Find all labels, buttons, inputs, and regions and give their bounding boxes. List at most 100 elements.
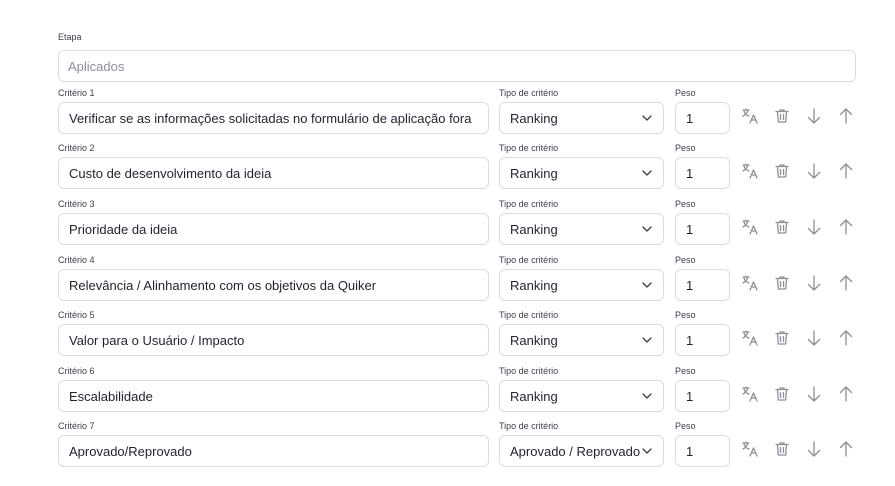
type-label: Tipo de critério (499, 143, 559, 153)
translate-icon[interactable] (738, 271, 762, 295)
trash-icon[interactable] (770, 271, 794, 295)
criterion-label: Critério 1 (58, 88, 95, 98)
type-label: Tipo de critério (499, 255, 559, 265)
criterion-row: Critério 6 Tipo de critério Peso Escalab… (0, 366, 895, 422)
trash-icon[interactable] (770, 382, 794, 406)
criterion-input[interactable]: Prioridade da ideia (58, 213, 489, 245)
arrow-down-icon[interactable] (802, 104, 826, 128)
criterion-value: Prioridade da ideia (69, 221, 178, 237)
type-label: Tipo de critério (499, 310, 559, 320)
type-value: Aprovado / Reprovado (510, 443, 641, 459)
criterion-input[interactable]: Verificar se as informações solicitadas … (58, 102, 489, 134)
arrow-down-icon[interactable] (802, 159, 826, 183)
criterion-label: Critério 6 (58, 366, 95, 376)
type-value: Ranking (510, 110, 558, 126)
weight-label: Peso (675, 310, 696, 320)
criterion-label: Critério 5 (58, 310, 95, 320)
weight-label: Peso (675, 421, 696, 431)
type-label: Tipo de critério (499, 199, 559, 209)
arrow-down-icon[interactable] (802, 326, 826, 350)
criterion-input[interactable]: Custo de desenvolvimento da ideia (58, 157, 489, 189)
criterion-value: Escalabilidade (69, 388, 153, 404)
criterion-value: Aprovado/Reprovado (69, 443, 192, 459)
type-select[interactable]: Ranking (499, 324, 664, 356)
stage-input[interactable]: Aplicados (58, 50, 856, 82)
arrow-up-icon[interactable] (834, 437, 858, 461)
weight-value: 1 (686, 332, 694, 348)
type-select[interactable]: Ranking (499, 157, 664, 189)
translate-icon[interactable] (738, 326, 762, 350)
type-select[interactable]: Ranking (499, 213, 664, 245)
weight-input[interactable]: 1 (675, 157, 730, 189)
trash-icon[interactable] (770, 104, 794, 128)
weight-input[interactable]: 1 (675, 324, 730, 356)
type-select[interactable]: Ranking (499, 269, 664, 301)
criterion-row: Critério 7 Tipo de critério Peso Aprovad… (0, 421, 895, 477)
arrow-down-icon[interactable] (802, 215, 826, 239)
weight-label: Peso (675, 199, 696, 209)
weight-input[interactable]: 1 (675, 435, 730, 467)
arrow-up-icon[interactable] (834, 382, 858, 406)
weight-label: Peso (675, 88, 696, 98)
criterion-input[interactable]: Aprovado/Reprovado (58, 435, 489, 467)
weight-input[interactable]: 1 (675, 213, 730, 245)
criterion-row: Critério 2 Tipo de critério Peso Custo d… (0, 143, 895, 199)
criterion-label: Critério 3 (58, 199, 95, 209)
criterion-row: Critério 3 Tipo de critério Peso Priorid… (0, 199, 895, 255)
weight-value: 1 (686, 388, 694, 404)
trash-icon[interactable] (770, 159, 794, 183)
type-value: Ranking (510, 332, 558, 348)
criterion-row: Critério 1 Tipo de critério Peso Verific… (0, 88, 895, 144)
translate-icon[interactable] (738, 104, 762, 128)
arrow-down-icon[interactable] (802, 271, 826, 295)
criterion-label: Critério 2 (58, 143, 95, 153)
chevron-down-icon (641, 112, 653, 124)
weight-input[interactable]: 1 (675, 102, 730, 134)
weight-input[interactable]: 1 (675, 269, 730, 301)
type-label: Tipo de critério (499, 421, 559, 431)
chevron-down-icon (641, 279, 653, 291)
type-label: Tipo de critério (499, 88, 559, 98)
arrow-up-icon[interactable] (834, 104, 858, 128)
criterion-input[interactable]: Relevância / Alinhamento com os objetivo… (58, 269, 489, 301)
weight-value: 1 (686, 221, 694, 237)
weight-value: 1 (686, 277, 694, 293)
translate-icon[interactable] (738, 159, 762, 183)
weight-input[interactable]: 1 (675, 380, 730, 412)
arrow-up-icon[interactable] (834, 271, 858, 295)
criterion-input[interactable]: Valor para o Usuário / Impacto (58, 324, 489, 356)
weight-label: Peso (675, 143, 696, 153)
stage-label: Etapa (58, 32, 82, 42)
arrow-up-icon[interactable] (834, 159, 858, 183)
trash-icon[interactable] (770, 437, 794, 461)
criterion-row: Critério 5 Tipo de critério Peso Valor p… (0, 310, 895, 366)
type-select[interactable]: Aprovado / Reprovado (499, 435, 664, 467)
chevron-down-icon (641, 167, 653, 179)
translate-icon[interactable] (738, 437, 762, 461)
arrow-down-icon[interactable] (802, 437, 826, 461)
criterion-label: Critério 4 (58, 255, 95, 265)
weight-value: 1 (686, 443, 694, 459)
chevron-down-icon (641, 334, 653, 346)
chevron-down-icon (641, 445, 653, 457)
translate-icon[interactable] (738, 215, 762, 239)
arrow-down-icon[interactable] (802, 382, 826, 406)
arrow-up-icon[interactable] (834, 215, 858, 239)
chevron-down-icon (641, 390, 653, 402)
weight-value: 1 (686, 165, 694, 181)
type-select[interactable]: Ranking (499, 380, 664, 412)
criterion-label: Critério 7 (58, 421, 95, 431)
criterion-row: Critério 4 Tipo de critério Peso Relevân… (0, 255, 895, 311)
type-value: Ranking (510, 221, 558, 237)
type-value: Ranking (510, 277, 558, 293)
trash-icon[interactable] (770, 326, 794, 350)
type-select[interactable]: Ranking (499, 102, 664, 134)
criterion-input[interactable]: Escalabilidade (58, 380, 489, 412)
arrow-up-icon[interactable] (834, 326, 858, 350)
weight-value: 1 (686, 110, 694, 126)
weight-label: Peso (675, 366, 696, 376)
criterion-value: Relevância / Alinhamento com os objetivo… (69, 277, 377, 293)
trash-icon[interactable] (770, 215, 794, 239)
criterion-value: Valor para o Usuário / Impacto (69, 332, 245, 348)
translate-icon[interactable] (738, 382, 762, 406)
